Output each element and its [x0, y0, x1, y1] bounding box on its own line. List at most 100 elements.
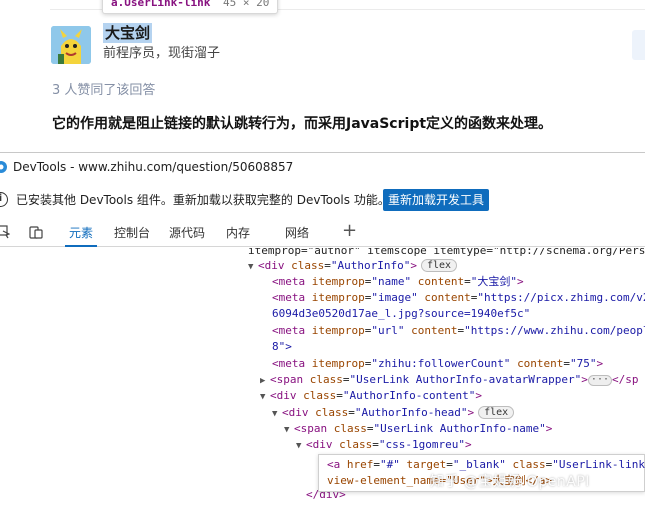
tab-network[interactable]: 网络	[285, 225, 309, 241]
inspect-element-icon[interactable]	[0, 225, 10, 239]
devtools-title: DevTools - www.zhihu.com/question/506088…	[13, 160, 294, 174]
attr-name: itemprop	[311, 291, 365, 304]
attr-value: "name"	[371, 275, 412, 288]
info-message: 已安装其他 DevTools 组件。重新加载以获取完整的 DevTools 功能…	[16, 193, 390, 207]
tree-node-wrap[interactable]: 8">	[272, 339, 292, 355]
devtools-logo-icon	[0, 161, 7, 173]
node-tag: <div	[258, 259, 285, 272]
tree-node-author-name[interactable]: ▼ <span class="UserLink AuthorInfo-name">	[284, 421, 552, 437]
flex-badge[interactable]: flex	[420, 259, 458, 272]
flex-badge[interactable]: flex	[478, 406, 515, 419]
attr-value: 6094d3e0520d17ae_l.jpg?source=1940ef5c"	[272, 307, 531, 320]
avatar-character-icon	[51, 26, 91, 64]
node-tag: <span	[270, 373, 304, 386]
devtools-infobar: i 已安装其他 DevTools 组件。重新加载以获取完整的 DevTools …	[0, 183, 645, 217]
tree-node-meta-url[interactable]: <meta itemprop="url" content="https://ww…	[272, 323, 645, 339]
attr-value: "image"	[371, 291, 418, 304]
tab-elements[interactable]: 元素	[69, 225, 93, 241]
attr-value: "UserLink-link"	[552, 458, 645, 471]
answer-content: 它的作用就是阻止链接的默认跳转行为，而采用JavaScript定义的函数来处理。	[52, 116, 553, 132]
watermark: 知乎 @宝姐奶 OpenAPI	[430, 474, 590, 490]
tree-node-authorinfo[interactable]: ▼ <div class="AuthorInfo"> flex	[248, 258, 458, 275]
author-name-link[interactable]: 大宝剑	[103, 23, 153, 43]
devtools-tabbar: 元素 控制台 源代码 内存 网络 +	[0, 217, 645, 247]
attr-value: "UserLink AuthorInfo-name"	[373, 422, 546, 435]
author-avatar[interactable]	[51, 26, 91, 64]
node-tag: <meta	[272, 291, 306, 304]
devtools-titlebar: DevTools - www.zhihu.com/question/506088…	[0, 153, 645, 181]
attr-value: "zhihu:followerCount"	[371, 357, 511, 370]
attr-name: class	[291, 259, 325, 272]
collapsed-children-ellipsis[interactable]: ···	[587, 375, 612, 386]
attr-name: class	[333, 422, 367, 435]
active-tab-indicator	[65, 245, 97, 247]
node-text: itemprop="author" itemscope itemtype="ht…	[248, 248, 645, 257]
attr-value: "75"	[570, 357, 597, 370]
collapse-arrow-icon[interactable]: ▼	[296, 438, 306, 454]
attr-value: "AuthorInfo-head"	[354, 406, 468, 419]
attr-name: target	[406, 458, 447, 471]
node-tag-close: >	[475, 389, 482, 402]
attr-value: "大宝剑"	[470, 275, 517, 288]
attr-name: class	[315, 406, 349, 419]
attr-value: "https://www.zhihu.com/peopl	[464, 324, 645, 337]
inspect-tooltip: a.UserLink-link 45 × 20	[102, 0, 279, 14]
tree-node-author-content[interactable]: ▼ <div class="AuthorInfo-content">	[260, 388, 482, 404]
node-tag: <div	[282, 406, 309, 419]
attr-value: "AuthorInfo-content"	[342, 389, 476, 402]
tree-node-meta-followers[interactable]: <meta itemprop="zhihu:followerCount" con…	[272, 356, 603, 372]
tree-node-meta-name[interactable]: <meta itemprop="name" content="大宝剑">	[272, 274, 524, 290]
attr-name: itemprop	[311, 275, 365, 288]
node-tag: <meta	[272, 324, 306, 337]
node-tag-close: >	[410, 259, 417, 272]
tooltip-dimensions: 45 × 20	[222, 0, 270, 9]
vote-count: 3 人赞同了该回答	[52, 83, 156, 98]
attr-name: class	[512, 458, 546, 471]
info-icon: i	[0, 192, 8, 207]
tree-node-avatar-wrapper[interactable]: ▶ <span class="UserLink AuthorInfo-avatar…	[260, 372, 638, 388]
tooltip-selector: a.UserLink-link	[111, 0, 211, 9]
attr-name: itemprop	[311, 357, 365, 370]
tree-node-author-head[interactable]: ▼ <div class="AuthorInfo-head"> flex	[272, 405, 515, 422]
attr-value: "https://picx.zhimg.com/v2	[477, 291, 645, 304]
tab-memory[interactable]: 内存	[226, 225, 250, 241]
node-tag-close: >	[464, 438, 472, 451]
node-tag-close: >	[581, 373, 588, 386]
tree-node-wrap[interactable]: 6094d3e0520d17ae_l.jpg?source=1940ef5c"	[272, 306, 530, 322]
tree-node-meta-image[interactable]: <meta itemprop="image" content="https://…	[272, 290, 645, 306]
attr-value: "css-1gomreu"	[378, 438, 465, 451]
node-tag: <a	[327, 458, 341, 471]
attr-name: content	[517, 357, 564, 370]
author-headline: 前程序员，现街溜子	[103, 46, 221, 61]
attr-name: content	[424, 291, 471, 304]
attr-name: class	[309, 373, 343, 386]
reload-devtools-button[interactable]: 重新加载开发工具	[383, 189, 490, 211]
node-end-tag: </sp	[611, 373, 639, 386]
add-tab-icon[interactable]: +	[342, 220, 357, 242]
collapse-arrow-icon[interactable]: ▼	[284, 422, 294, 438]
attr-name: href	[346, 458, 374, 471]
node-tag-close: >	[596, 357, 604, 370]
equals-sign: =	[324, 259, 331, 272]
attr-value: 8">	[272, 340, 292, 353]
device-emulation-icon[interactable]	[29, 225, 43, 239]
attr-name: class	[303, 389, 337, 402]
node-tag: <meta	[272, 275, 306, 288]
zhihu-page: 大宝剑 前程序员，现街溜子 3 人赞同了该回答 它的作用就是阻止链接的默认跳转行…	[0, 0, 645, 152]
tab-console[interactable]: 控制台	[114, 225, 150, 241]
devtools-window: DevTools - www.zhihu.com/question/506088…	[0, 152, 645, 509]
expand-arrow-icon[interactable]: ▶	[260, 373, 270, 389]
tab-sources[interactable]: 源代码	[169, 225, 205, 241]
node-tag-close: >	[516, 275, 524, 288]
follow-button-edge[interactable]	[632, 30, 645, 60]
node-tag: <div	[270, 389, 297, 402]
collapse-arrow-icon[interactable]: ▼	[260, 389, 270, 405]
node-tag-close: >	[545, 422, 553, 435]
collapse-arrow-icon[interactable]: ▼	[248, 259, 258, 275]
collapse-arrow-icon[interactable]: ▼	[272, 406, 282, 422]
attr-value: "AuthorInfo"	[330, 259, 411, 272]
node-tag: <meta	[272, 357, 306, 370]
attr-name: content	[417, 275, 465, 288]
attr-value: "url"	[371, 324, 405, 337]
tree-node-css-class[interactable]: ▼ <div class="css-1gomreu">	[296, 437, 472, 453]
